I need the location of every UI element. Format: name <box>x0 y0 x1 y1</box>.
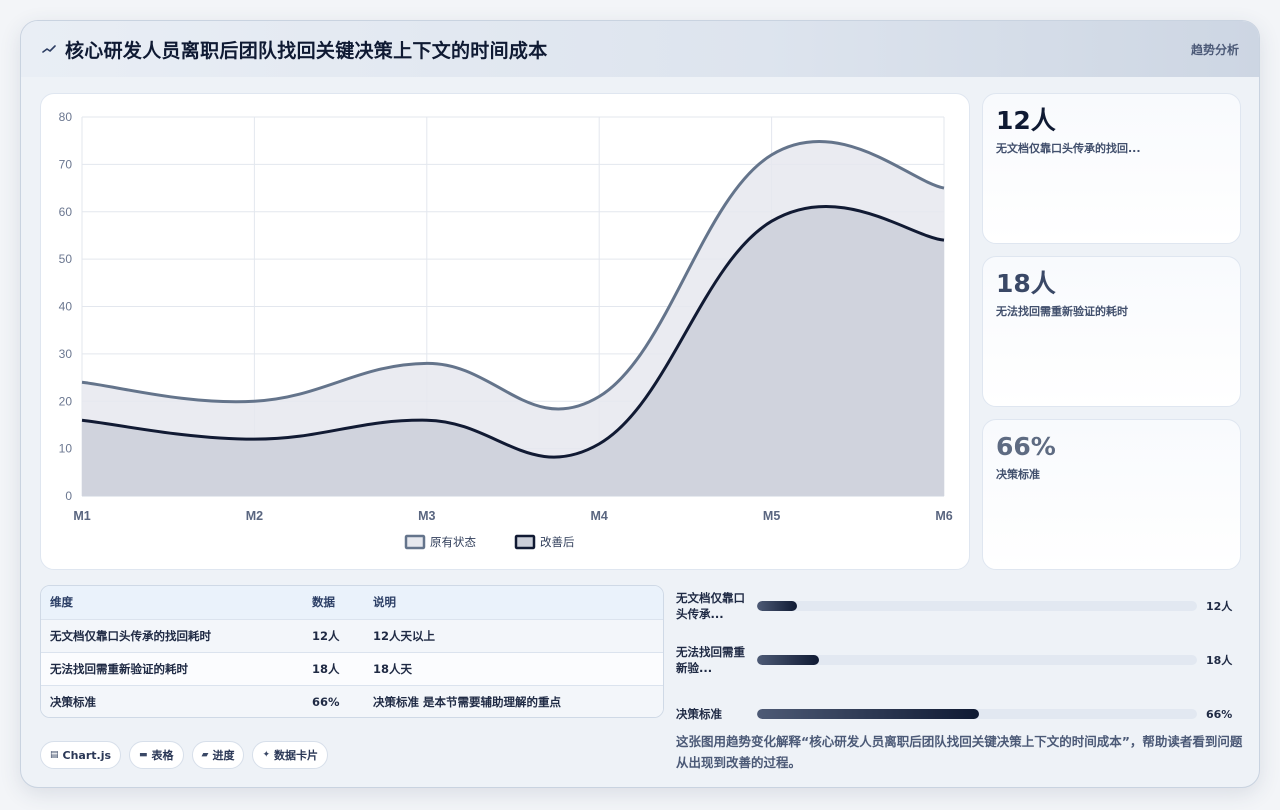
area-chart: 0 10 20 30 40 50 60 70 80 M1 M2 M3 M4 M5 M6 原有状态 改善后 <box>59 110 953 550</box>
progress-fill <box>757 601 797 611</box>
y-tick-label: 30 <box>59 347 73 361</box>
progress-list: 无文档仅靠口头传承... 12人 无法找回需重新验... 18人 决策标准 66… <box>676 589 1246 751</box>
stat-value: 66% <box>996 432 1056 461</box>
trend-analysis-label: 趋势分析 <box>1190 42 1239 57</box>
tag-data-card[interactable]: ✦ 数据卡片 <box>252 741 329 769</box>
progress-track <box>757 709 1197 719</box>
header-bar: 核心研发人员离职后团队找回关键决策上下文的时间成本 趋势分析 <box>21 21 1259 77</box>
series-area-1 <box>82 206 944 496</box>
data-table: 维度 数据 说明 无文档仅靠口头传承的找回耗时 12人 12人天以上 无法找回需… <box>41 586 663 717</box>
legend-label: 原有状态 <box>430 535 476 549</box>
x-tick-label: M5 <box>763 509 780 523</box>
table-icon: ▬ <box>139 750 148 760</box>
table-row: 无法找回需重新验证的耗时 18人 18人天 <box>41 652 663 686</box>
stat-card-3: 66% 决策标准 <box>982 419 1241 570</box>
progress-icon: ▰ <box>201 750 209 760</box>
stat-value: 12人 <box>996 106 1056 135</box>
y-tick-label: 0 <box>65 489 72 503</box>
tag-label: 表格 <box>151 749 174 762</box>
stat-card-2: 18人 无法找回需重新验证的耗时 <box>982 256 1241 407</box>
x-tick-label: M4 <box>591 509 608 523</box>
table-cell: 18人 <box>303 652 364 686</box>
column-header: 数据 <box>303 586 364 620</box>
table-row: 决策标准 66% 决策标准 是本节需要辅助理解的重点 <box>41 685 663 717</box>
y-tick-label: 20 <box>59 394 73 408</box>
x-tick-label: M6 <box>935 509 952 523</box>
progress-value: 66% <box>1206 707 1233 721</box>
stat-label: 决策标准 <box>996 468 1040 481</box>
progress-row: 决策标准 66% <box>676 697 1246 731</box>
chart-card: 0 10 20 30 40 50 60 70 80 M1 M2 M3 M4 M5 M6 原有状态 改善后 <box>40 93 970 570</box>
legend-swatch <box>404 534 426 550</box>
tag-chartjs[interactable]: ▤ Chart.js <box>40 741 122 769</box>
progress-label: 无文档仅靠口头传承... <box>676 591 745 621</box>
progress-track <box>757 655 1197 665</box>
table-cell: 决策标准 <box>41 685 303 717</box>
y-tick-label: 40 <box>59 300 73 314</box>
column-header: 维度 <box>41 586 303 620</box>
table-cell: 18人天 <box>364 652 663 686</box>
stat-card-1: 12人 无文档仅靠口头传承的找回... <box>982 93 1241 244</box>
app-window: 核心研发人员离职后团队找回关键决策上下文的时间成本 趋势分析 0 10 20 30 40… <box>20 20 1260 788</box>
progress-row: 无文档仅靠口头传承... 12人 <box>676 589 1246 623</box>
tag-table[interactable]: ▬ 表格 <box>129 741 184 769</box>
y-tick-label: 80 <box>59 110 73 124</box>
legend-label: 改善后 <box>540 535 575 549</box>
page-title: 核心研发人员离职后团队找回关键决策上下文的时间成本 <box>65 39 548 62</box>
stat-label: 无法找回需重新验证的耗时 <box>996 305 1128 318</box>
progress-value: 12人 <box>1206 600 1233 613</box>
tag-row: ▤ Chart.js ▬ 表格 ▰ 进度 ✦ 数据卡片 <box>40 741 329 769</box>
y-tick-label: 50 <box>59 252 73 266</box>
sparkline-icon <box>41 41 57 57</box>
stat-value: 18人 <box>996 269 1056 298</box>
progress-label: 决策标准 <box>676 707 722 721</box>
progress-value: 18人 <box>1206 654 1233 667</box>
progress-fill <box>757 655 819 665</box>
table-row: 无文档仅靠口头传承的找回耗时 12人 12人天以上 <box>41 619 663 653</box>
data-table-card: 维度 数据 说明 无文档仅靠口头传承的找回耗时 12人 12人天以上 无法找回需… <box>40 585 664 718</box>
x-tick-label: M1 <box>73 509 90 523</box>
chart-caption: 这张图用趋势变化解释“核心研发人员离职后团队找回关键决策上下文的时间成本”，帮助… <box>676 734 1243 770</box>
y-tick-label: 60 <box>59 205 73 219</box>
table-cell: 决策标准 是本节需要辅助理解的重点 <box>364 685 663 717</box>
x-tick-label: M3 <box>418 509 435 523</box>
progress-row: 无法找回需重新验... 18人 <box>676 643 1246 677</box>
chart-icon: ▤ <box>50 750 59 760</box>
table-cell: 66% <box>303 685 364 717</box>
y-tick-label: 10 <box>59 442 73 456</box>
legend-swatch <box>514 534 536 550</box>
tag-label: Chart.js <box>62 748 112 762</box>
table-cell: 12人 <box>303 619 364 653</box>
table-cell: 无法找回需重新验证的耗时 <box>41 652 303 686</box>
tag-progress[interactable]: ▰ 进度 <box>191 741 245 769</box>
column-header: 说明 <box>364 586 663 620</box>
x-tick-label: M2 <box>246 509 263 523</box>
table-header-row: 维度 数据 说明 <box>41 586 663 620</box>
progress-track <box>757 601 1197 611</box>
table-cell: 12人天以上 <box>364 619 663 653</box>
card-icon: ✦ <box>262 750 271 760</box>
progress-fill <box>757 709 980 719</box>
tag-label: 数据卡片 <box>274 749 319 762</box>
y-tick-label: 70 <box>59 157 73 171</box>
stat-label: 无文档仅靠口头传承的找回... <box>996 142 1141 155</box>
tag-label: 进度 <box>212 749 235 762</box>
progress-label: 无法找回需重新验... <box>676 645 745 675</box>
table-cell: 无文档仅靠口头传承的找回耗时 <box>41 619 303 653</box>
